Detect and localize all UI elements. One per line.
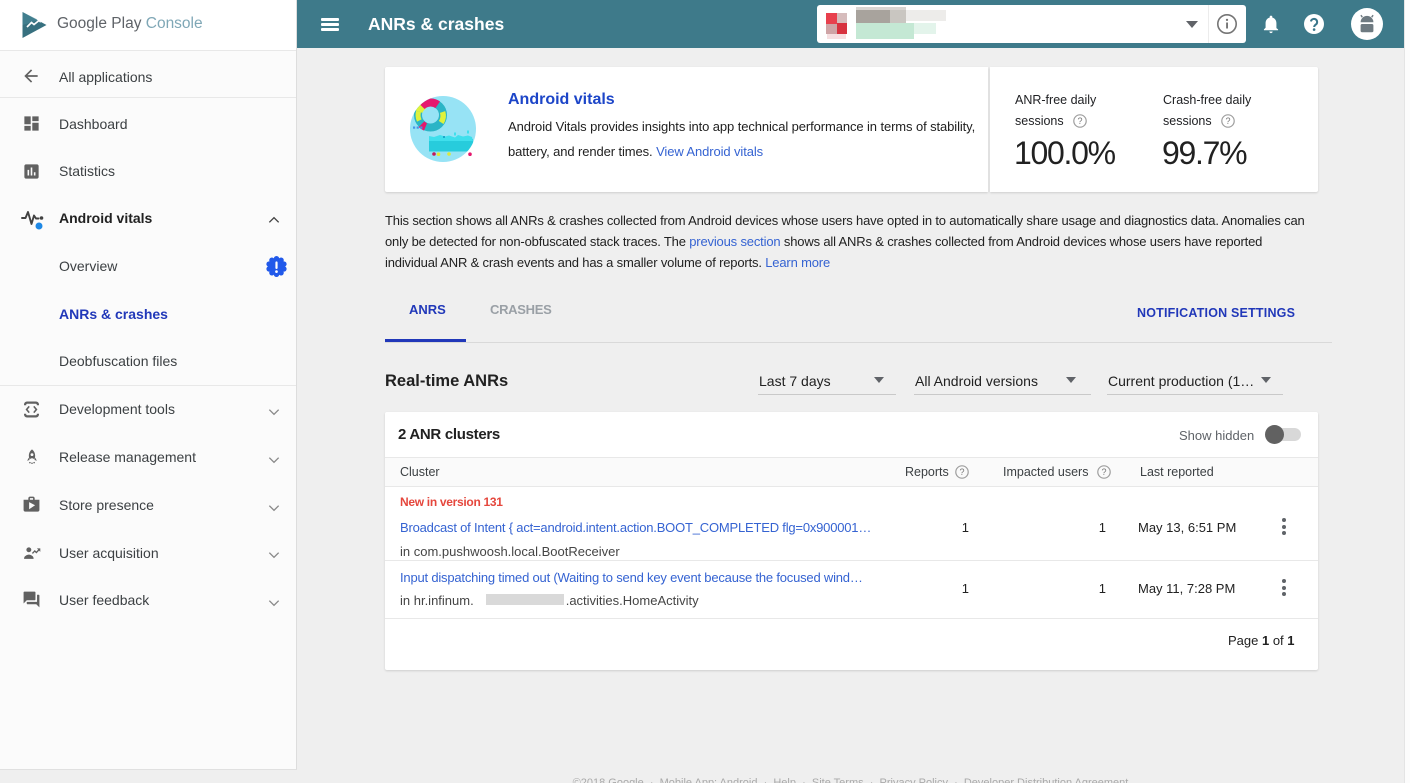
- svg-text:?: ?: [1225, 116, 1230, 126]
- svg-text:?: ?: [1077, 116, 1082, 126]
- svg-text:?: ?: [959, 467, 964, 477]
- svg-text:?: ?: [1101, 467, 1106, 477]
